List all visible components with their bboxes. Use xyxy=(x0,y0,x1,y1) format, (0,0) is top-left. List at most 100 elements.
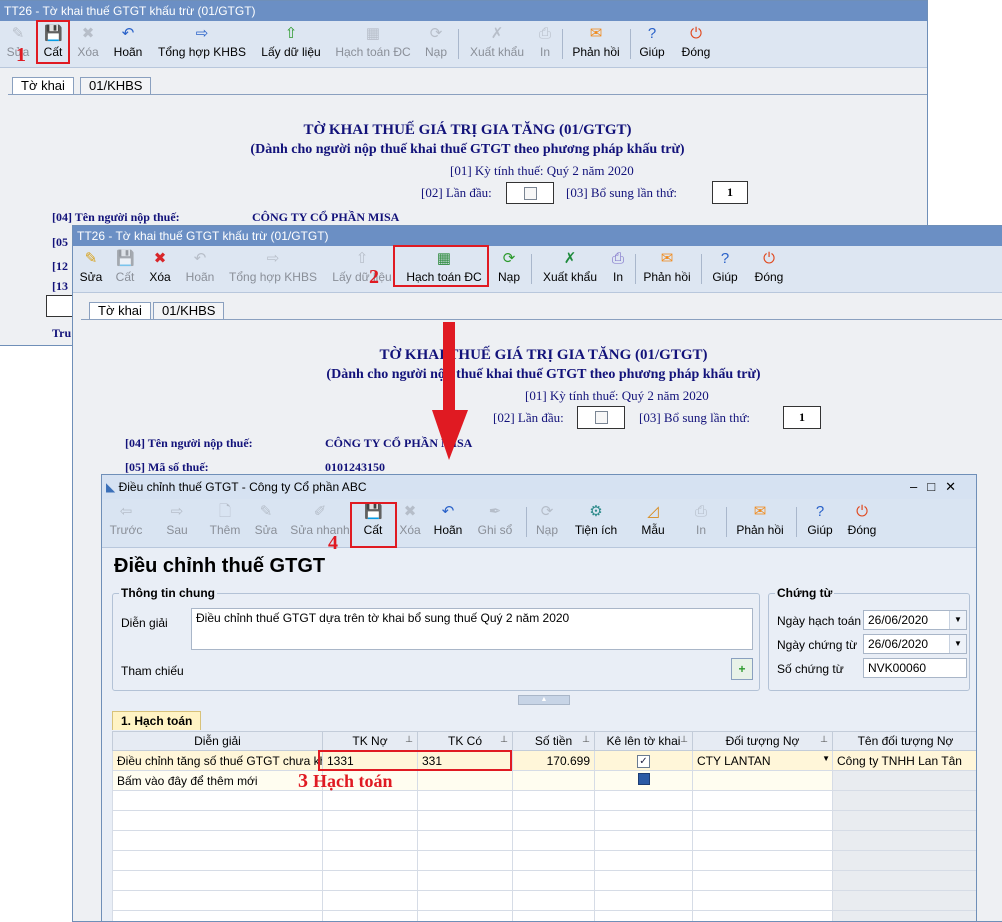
tab-khbs[interactable]: 01/KHBS xyxy=(80,77,152,94)
add-new-row-label[interactable]: Bấm vào đây để thêm mới xyxy=(112,770,323,791)
cell-debit-object[interactable]: CTY LANTAN ▼ xyxy=(692,750,833,771)
print-button[interactable]: ⎙ In xyxy=(690,501,712,543)
table-row[interactable] xyxy=(112,890,976,911)
pin-icon[interactable]: ⊥ xyxy=(680,734,688,745)
col-debit-account[interactable]: TK Nợ ⊥ xyxy=(322,731,418,751)
add-new-row[interactable]: Bấm vào đây để thêm mới xyxy=(112,770,976,791)
delete-button[interactable]: ✖ Xóa xyxy=(145,248,175,290)
cell-amount[interactable]: 170.699 xyxy=(512,750,595,771)
voucher-no-field[interactable]: NVK00060 xyxy=(863,658,967,678)
posting-date-field[interactable]: 26/06/2020 ▼ xyxy=(863,610,967,630)
supplement-value[interactable]: 1 xyxy=(783,406,821,429)
delete-button[interactable]: ✖ Xóa xyxy=(72,23,104,65)
col-amount[interactable]: Số tiền ⊥ xyxy=(512,731,595,751)
table-row[interactable]: Điều chỉnh tăng số thuế GTGT chưa kh 133… xyxy=(112,750,976,771)
cell-description[interactable]: Điều chỉnh tăng số thuế GTGT chưa kh xyxy=(112,750,323,771)
table-row[interactable] xyxy=(112,790,976,811)
load-button[interactable]: ⟳ Nạp xyxy=(493,248,525,290)
mail-icon: ✉ xyxy=(589,25,603,42)
get-data-button[interactable]: ⇧ Lấy dữ liệu xyxy=(258,23,324,65)
cell-declare[interactable]: ✓ xyxy=(594,750,693,771)
get-data-button[interactable]: ⇧ Lấy dữ liệu xyxy=(329,248,395,290)
export-button[interactable]: ✗ Xuất khẩu xyxy=(539,248,601,290)
prev-button[interactable]: ⇦ Trước xyxy=(108,501,144,543)
cell-empty[interactable] xyxy=(417,770,513,791)
description-field[interactable]: Điều chỉnh thuế GTGT dựa trên tờ khai bổ… xyxy=(191,608,753,650)
pin-icon[interactable]: ⊥ xyxy=(405,734,413,745)
table-row[interactable] xyxy=(112,810,976,831)
feedback-button[interactable]: ✉ Phản hồi xyxy=(734,501,786,543)
tab-posting[interactable]: 1. Hạch toán xyxy=(112,711,202,730)
edit-button[interactable]: ✎ Sửa xyxy=(77,248,105,290)
col-credit-account[interactable]: TK Có ⊥ xyxy=(417,731,513,751)
annotation-box-1 xyxy=(36,20,70,64)
add-reference-icon[interactable]: + xyxy=(731,658,753,680)
checkbox-checked-icon[interactable]: ✓ xyxy=(637,755,650,768)
print-button[interactable]: ⎙ In xyxy=(534,23,556,65)
adjust-posting-button[interactable]: ▦ Hạch toán ĐC xyxy=(332,23,414,65)
collapse-handle[interactable]: ▲ xyxy=(518,695,570,705)
quick-edit-button[interactable]: ✐ Sửa nhanh xyxy=(290,501,350,543)
save-button[interactable]: 💾 Cất xyxy=(111,248,139,290)
feedback-button[interactable]: ✉ Phản hồi xyxy=(641,248,693,290)
col-declare[interactable]: Kê lên tờ khai ⊥ xyxy=(594,731,693,751)
first-time-checkbox[interactable] xyxy=(523,187,537,200)
next-button[interactable]: ⇨ Sau xyxy=(162,501,192,543)
checkbox-indeterminate-icon[interactable] xyxy=(637,773,650,785)
chevron-down-icon[interactable]: ▼ xyxy=(949,611,966,629)
supplement-value[interactable]: 1 xyxy=(712,181,748,204)
summarize-khbs-button[interactable]: ⇨ Tổng hợp KHBS xyxy=(227,248,319,290)
minimize-icon[interactable]: – xyxy=(910,479,927,494)
postpone-button[interactable]: ↶ Hoãn xyxy=(108,23,148,65)
add-button[interactable]: 🗋 Thêm xyxy=(208,501,242,543)
cell-empty[interactable] xyxy=(512,770,595,791)
close-x-icon[interactable]: ✕ xyxy=(945,479,966,494)
feedback-button[interactable]: ✉ Phản hồi xyxy=(568,23,624,65)
load-button[interactable]: ⟳ Nạp xyxy=(420,23,452,65)
pin-icon[interactable]: ⊥ xyxy=(582,734,590,745)
reference-label: Tham chiếu xyxy=(121,664,184,678)
maximize-icon[interactable]: □ xyxy=(927,479,945,494)
col-debit-object[interactable]: Đối tượng Nợ ⊥ xyxy=(692,731,833,751)
arrow-right-icon: ⇨ xyxy=(266,250,280,267)
template-button[interactable]: ◿ Mẫu xyxy=(640,501,666,543)
first-time-box[interactable] xyxy=(506,182,554,204)
table-row[interactable] xyxy=(112,910,976,921)
table-row[interactable] xyxy=(112,850,976,871)
utilities-button[interactable]: ⚙ Tiện ích xyxy=(572,501,620,543)
first-time-checkbox[interactable] xyxy=(594,411,608,424)
print-button[interactable]: ⎙ In xyxy=(607,248,629,290)
help-button[interactable]: ? Giúp xyxy=(804,501,836,543)
col-description[interactable]: Diễn giải xyxy=(112,731,323,751)
cell-empty[interactable] xyxy=(692,770,833,791)
postpone-button[interactable]: ↶ Hoãn xyxy=(430,501,466,543)
chevron-down-icon[interactable]: ▼ xyxy=(822,754,830,763)
summarize-khbs-button[interactable]: ⇨ Tổng hợp KHBS xyxy=(156,23,248,65)
pin-icon[interactable]: ⊥ xyxy=(500,734,508,745)
row-12-label: [12 xyxy=(52,259,68,273)
chevron-down-icon[interactable]: ▼ xyxy=(949,635,966,653)
close-button[interactable]: ⏻ Đóng xyxy=(844,501,880,543)
post-button[interactable]: ✒ Ghi sổ xyxy=(476,501,514,543)
general-info-title: Thông tin chung xyxy=(119,586,217,600)
close-button[interactable]: ⏻ Đóng xyxy=(676,23,716,65)
table-row[interactable] xyxy=(112,830,976,851)
edit-button[interactable]: ✎ Sửa xyxy=(252,501,280,543)
cell-declare[interactable] xyxy=(594,770,693,791)
postpone-button[interactable]: ↶ Hoãn xyxy=(181,248,219,290)
help-button[interactable]: ? Giúp xyxy=(709,248,741,290)
delete-button[interactable]: ✖ Xóa xyxy=(396,501,424,543)
tab-khbs[interactable]: 01/KHBS xyxy=(153,302,225,319)
load-button[interactable]: ⟳ Nạp xyxy=(534,501,560,543)
table-row[interactable] xyxy=(112,870,976,891)
tab-declaration[interactable]: Tờ khai xyxy=(89,302,151,319)
voucher-date-field[interactable]: 26/06/2020 ▼ xyxy=(863,634,967,654)
tab-declaration[interactable]: Tờ khai xyxy=(12,77,74,94)
col-debit-object-name[interactable]: Tên đối tượng Nợ xyxy=(832,731,976,751)
pin-icon[interactable]: ⊥ xyxy=(820,734,828,745)
export-button[interactable]: ✗ Xuất khẩu xyxy=(466,23,528,65)
supplement-label: [03] Bổ sung lần thứ: xyxy=(566,185,678,200)
help-button[interactable]: ? Giúp xyxy=(636,23,668,65)
close-button[interactable]: ⏻ Đóng xyxy=(749,248,789,290)
first-time-box[interactable] xyxy=(577,406,625,429)
